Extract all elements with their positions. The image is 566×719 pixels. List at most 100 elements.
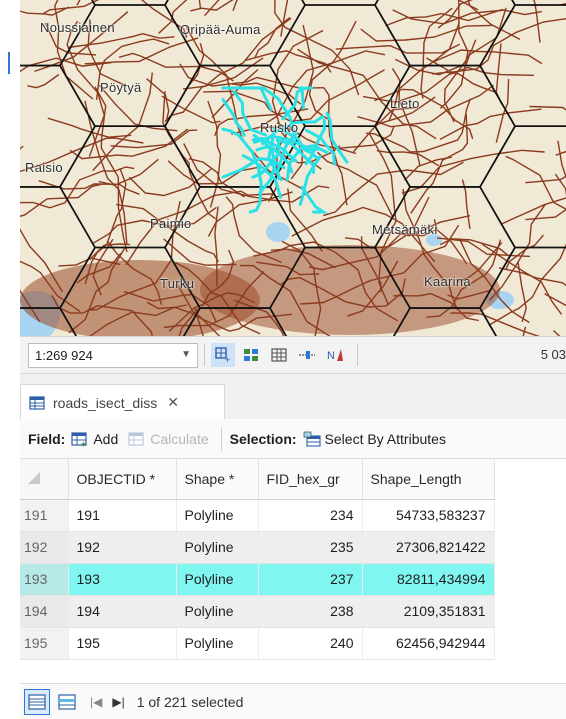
- north-arrow-icon: N: [327, 349, 343, 362]
- show-selected-records-button[interactable]: [54, 689, 80, 715]
- cell-shape-length[interactable]: 82811,434994: [362, 563, 495, 596]
- map-canvas: [20, 0, 566, 336]
- road-segment: [404, 156, 452, 181]
- calculate-label: Calculate: [150, 430, 209, 447]
- cell-fid-hex-gr[interactable]: 235: [258, 531, 363, 564]
- cell-objectid[interactable]: 195: [68, 627, 177, 660]
- selected-road-segment[interactable]: [297, 86, 305, 110]
- road-segment: [203, 69, 385, 123]
- column-header-objectid[interactable]: OBJECTID *: [68, 459, 177, 500]
- road-segment: [232, 0, 238, 11]
- field-label: Field:: [28, 430, 66, 447]
- close-icon[interactable]: ✕: [167, 394, 179, 411]
- column-header-shape-length[interactable]: Shape_Length: [362, 459, 495, 500]
- table-view-button[interactable]: [267, 343, 291, 367]
- table-toolbar: Field: + Add Calculate Selection: Select…: [20, 419, 566, 459]
- column-header-shape[interactable]: Shape *: [176, 459, 259, 500]
- cell-objectid[interactable]: 194: [68, 595, 177, 628]
- road-segment: [297, 48, 437, 140]
- show-all-records-button[interactable]: [24, 688, 50, 715]
- cell-shape[interactable]: Polyline: [176, 563, 259, 596]
- measure-icon: [299, 351, 315, 359]
- cell-fid-hex-gr[interactable]: 240: [258, 627, 363, 660]
- map-place-label: Rusko: [260, 120, 299, 135]
- column-header-fid-hex-gr[interactable]: FID_hex_gr: [258, 459, 363, 500]
- cell-shape[interactable]: Polyline: [176, 499, 259, 532]
- scale-dropdown[interactable]: 1:269 924 ▼: [28, 342, 198, 368]
- coordinate-readout: 5 03: [540, 347, 566, 362]
- select-by-attributes-label: Select By Attributes: [324, 430, 446, 447]
- map-view[interactable]: Noussiainen Oripää-Auma Raisio Pöytyä Ru…: [20, 0, 566, 336]
- row-number[interactable]: 193: [20, 563, 69, 596]
- grid-icon: [271, 348, 287, 362]
- label-button[interactable]: [239, 343, 263, 367]
- map-place-label: Noussiainen: [40, 20, 115, 35]
- selection-label: Selection:: [229, 430, 297, 447]
- road-segment: [317, 151, 394, 217]
- road-segment: [385, 8, 542, 27]
- road-segment: [557, 140, 566, 179]
- row-number[interactable]: 191: [20, 499, 69, 532]
- selected-records-icon: [58, 693, 76, 710]
- calculate-field-button[interactable]: Calculate: [128, 430, 209, 447]
- row-number[interactable]: 194: [20, 595, 69, 628]
- cell-fid-hex-gr[interactable]: 234: [258, 499, 363, 532]
- road-segment: [544, 293, 566, 307]
- cell-objectid[interactable]: 193: [68, 563, 177, 596]
- cell-shape[interactable]: Polyline: [176, 595, 259, 628]
- cell-shape-length[interactable]: 62456,942944: [362, 627, 495, 660]
- road-segment: [20, 183, 101, 217]
- scale-value: 1:269 924: [35, 347, 93, 363]
- row-number[interactable]: 192: [20, 531, 69, 564]
- road-segment: [280, 0, 289, 37]
- all-records-icon: [28, 693, 46, 710]
- table-row[interactable]: 195 195 Polyline 240 62456,942944: [20, 627, 495, 660]
- cell-shape-length[interactable]: 54733,583237: [362, 499, 495, 532]
- hex-cell: [479, 125, 566, 249]
- map-place-label: Oripää-Auma: [180, 22, 261, 37]
- road-segment: [533, 0, 541, 43]
- road-segment: [20, 145, 24, 150]
- cell-shape-length[interactable]: 27306,821422: [362, 531, 495, 564]
- road-segment: [498, 267, 566, 287]
- corner-triangle-icon: [28, 471, 40, 484]
- road-segment: [555, 150, 566, 156]
- table-row[interactable]: 194 194 Polyline 238 2109,351831: [20, 595, 495, 628]
- map-place-label: Pöytyä: [100, 80, 142, 95]
- svg-text:+: +: [225, 355, 230, 364]
- cell-objectid[interactable]: 191: [68, 499, 177, 532]
- cell-objectid[interactable]: 192: [68, 531, 177, 564]
- measure-button[interactable]: [295, 343, 319, 367]
- divider: [357, 344, 358, 366]
- next-record-icon[interactable]: ▶|: [112, 695, 124, 709]
- tab-label: roads_isect_diss: [53, 394, 158, 411]
- select-all-corner[interactable]: [20, 459, 69, 500]
- north-arrow-button[interactable]: N: [323, 343, 347, 367]
- road-segment: [203, 0, 220, 17]
- add-field-button[interactable]: + Add: [71, 431, 118, 447]
- table-row[interactable]: 191 191 Polyline 234 54733,583237: [20, 499, 495, 532]
- cell-fid-hex-gr[interactable]: 237: [258, 563, 363, 596]
- cell-shape-length[interactable]: 2109,351831: [362, 595, 495, 628]
- map-place-label: Paimio: [150, 216, 192, 231]
- road-segment: [554, 173, 566, 191]
- snapping-button[interactable]: +: [211, 343, 235, 367]
- road-segment: [457, 0, 479, 11]
- road-segment: [163, 238, 237, 266]
- road-segment: [116, 203, 219, 262]
- select-by-attributes-button[interactable]: Select By Attributes: [303, 431, 446, 447]
- cell-fid-hex-gr[interactable]: 238: [258, 595, 363, 628]
- table-row[interactable]: 192 192 Polyline 235 27306,821422: [20, 531, 495, 564]
- road-segment: [161, 95, 221, 124]
- table-row-selected[interactable]: 193 193 Polyline 237 82811,434994: [20, 563, 495, 596]
- row-number[interactable]: 195: [20, 627, 69, 660]
- cell-shape[interactable]: Polyline: [176, 627, 259, 660]
- divider: [220, 426, 222, 451]
- first-record-icon[interactable]: |◀: [90, 695, 102, 709]
- divider: [204, 344, 205, 366]
- tab-roads-isect-diss[interactable]: roads_isect_diss ✕: [20, 384, 225, 420]
- svg-text:N: N: [327, 350, 335, 362]
- map-place-label: Turku: [160, 276, 195, 291]
- pane-marker: [8, 52, 10, 74]
- cell-shape[interactable]: Polyline: [176, 531, 259, 564]
